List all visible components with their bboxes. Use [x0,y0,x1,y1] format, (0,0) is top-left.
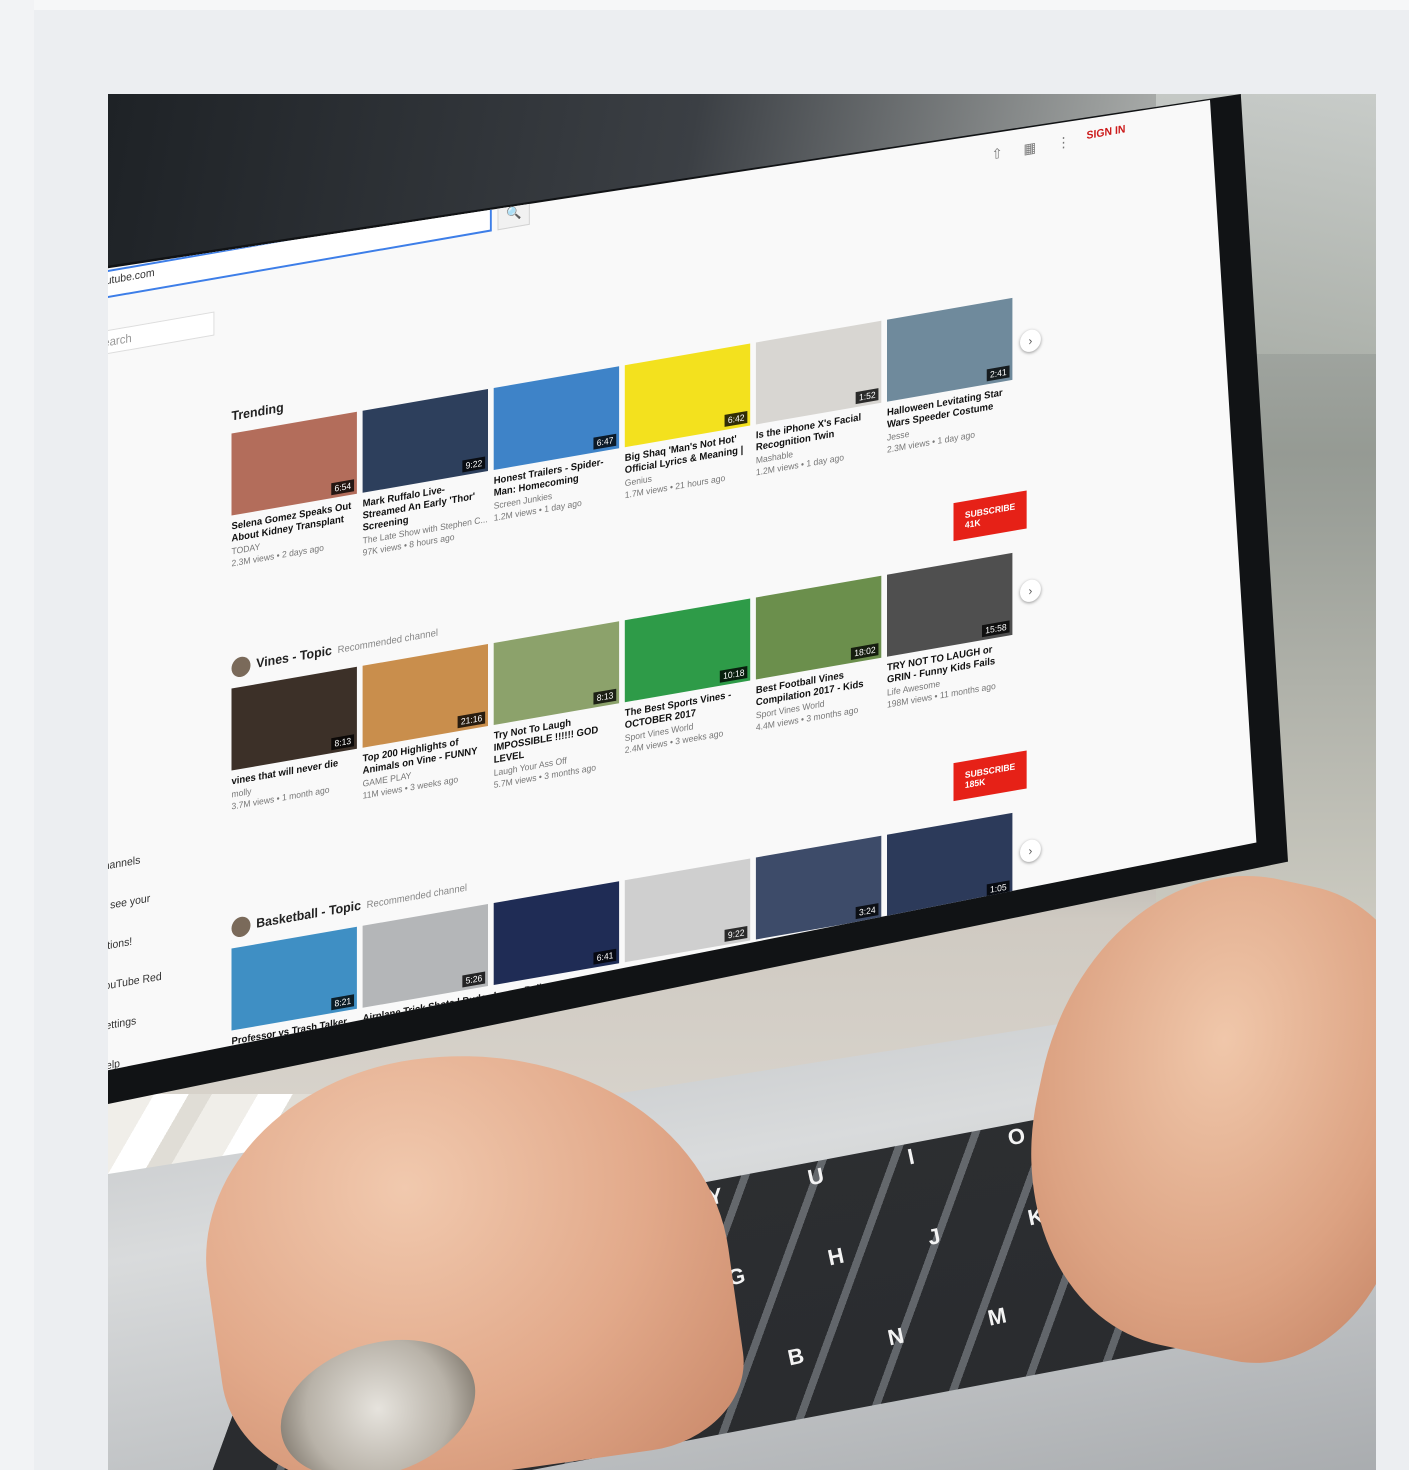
sidebar-item[interactable]: tations! [108,924,203,954]
video-card[interactable]: 15:58 TRY NOT TO LAUGH or GRIN - Funny Ki… [887,552,1013,723]
video-meta: 1.1M views • 1 week ago [624,1000,720,1028]
video-thumbnail[interactable]: 8:13 [493,621,620,726]
video-channel[interactable]: Vincent Ca [887,937,1012,971]
laptop-screen: youtube.com 🔍 Search ⇧ ▦ ⋮ SIGN IN chann… [108,100,1257,1071]
search-input[interactable]: Search [108,311,215,358]
search-placeholder: Search [108,330,132,352]
sign-in-button[interactable]: SIGN IN [1087,123,1126,142]
video-duration: 1:52 [856,388,879,405]
section-title-text: Basketball - Topic [256,897,361,931]
video-thumbnail[interactable]: 1:52 [755,320,882,425]
video-thumbnail[interactable]: 21:16 [362,644,488,748]
left-margin [0,0,34,1470]
video-duration: 8:21 [331,994,355,1011]
apps-icon[interactable]: ▦ [1023,139,1036,157]
video-thumbnail[interactable]: 6:41 [493,881,620,986]
video-card[interactable]: 1:52 Is the iPhone X's Facial Recognition… [755,320,882,491]
subscribe-button[interactable]: SUBSCRIBE 41K [953,490,1027,542]
video-card[interactable]: 8:13 Try Not To Laugh IMPOSSIBLE !!!!!! G… [493,621,620,791]
sidebar-item[interactable]: to see your [108,884,203,914]
video-card[interactable]: 10:18 The Best Sports Vines - OCTOBER 201… [624,598,751,768]
channel-avatar[interactable] [231,655,251,679]
video-thumbnail[interactable]: 8:21 [231,926,357,1031]
video-thumbnail[interactable]: 8:13 [231,666,357,771]
section-subtitle: Recommended channel [366,883,468,912]
video-duration: 9:22 [724,925,748,942]
next-arrow-button[interactable]: › [1020,837,1041,864]
video-card[interactable]: 6:54 Selena Gomez Speaks Out About Kidney… [231,411,357,582]
video-meta: 3.4M views • 4 days ago [755,978,849,1005]
video-duration: 21:16 [458,711,486,729]
video-card[interactable]: 21:16 Top 200 Highlights of Animals on Vi… [362,644,488,814]
url-text: youtube.com [108,266,155,290]
video-duration: 9:22 [462,456,486,473]
video-card[interactable]: 2:41 Halloween Levitating Star Wars Speed… [887,297,1013,468]
sidebar-item[interactable]: Settings [108,1004,203,1034]
video-thumbnail[interactable]: 6:54 [231,411,357,516]
video-thumbnail[interactable]: 9:22 [362,389,488,493]
video-card[interactable]: 9:22 Mark Ruffalo Live-Streamed An Early … [362,389,488,559]
video-thumbnail[interactable]: 2:41 [887,297,1013,402]
more-icon[interactable]: ⋮ [1057,133,1070,151]
sidebar-item[interactable]: YouTube Red [108,964,203,994]
header-icons: ⇧ ▦ ⋮ [992,130,1088,164]
video-duration: 10:18 [720,665,748,683]
video-thumbnail[interactable]: 18:02 [755,575,882,680]
video-card[interactable]: 5:26Airplane Trick Shots | Dude PerfectD… [362,904,488,1070]
video-meta: 1.9M views • 10 months ago [887,953,995,982]
video-section: Vines - TopicRecommended channel 8:13 vine… [231,490,1041,837]
video-duration: 8:13 [593,688,617,705]
video-duration: 2:41 [987,365,1010,382]
laptop-photo: YUIOGHJKBNM youtube.com 🔍 Search ⇧ ▦ ⋮ S… [108,94,1376,1470]
upload-icon[interactable]: ⇧ [992,145,1003,163]
video-thumbnail[interactable]: 6:47 [493,366,620,471]
channel-avatar[interactable] [231,915,251,939]
video-duration: 5:26 [462,971,486,988]
video-duration: 6:42 [724,410,748,427]
subscribe-button[interactable]: SUBSCRIBE 185K [953,750,1027,802]
video-duration: 6:54 [331,479,355,496]
video-duration: 15:58 [982,620,1010,638]
sidebar-item[interactable]: channels [108,844,203,873]
video-duration: 6:41 [593,948,617,965]
video-thumbnail[interactable]: 6:42 [624,343,751,448]
video-duration: 8:13 [331,734,355,751]
video-card[interactable]: 9:22How GOOD Was The Professor ACTUALLY?… [624,858,751,1028]
section-subtitle: Recommended channel [337,628,438,657]
video-card[interactable]: 8:13 vines that will never die molly 3.7M v… [231,666,357,837]
next-arrow-button[interactable]: › [1020,577,1041,604]
video-thumbnail[interactable]: 15:58 [887,552,1013,657]
video-duration: 3:24 [856,903,879,920]
video-duration: 18:02 [851,643,879,660]
video-duration: 6:47 [593,433,617,450]
video-card[interactable]: 6:42 Big Shaq 'Man's Not Hot' Official Ly… [624,343,751,513]
section-title-text: Trending [231,399,284,424]
video-thumbnail[interactable]: 10:18 [624,598,751,703]
next-arrow-button[interactable]: › [1020,327,1041,354]
top-margin [0,0,1409,10]
video-card[interactable]: 18:02 Best Football Vines Compilation 201… [755,575,882,746]
video-card[interactable]: 6:41Lonzo Ball vs John Wall CRAZY PG Due… [493,881,620,1051]
video-card[interactable]: 3:24Draymond Green And Bradley Beal Real… [755,835,882,1006]
video-section: Trending 6:54 Selena Gomez Speaks Out Abou… [231,273,1041,582]
video-thumbnail[interactable]: 5:26 [362,904,488,1008]
section-title-text: Vines - Topic [256,642,332,671]
video-card[interactable]: 6:47 Honest Trailers - Spider-Man: Homeco… [493,366,620,536]
